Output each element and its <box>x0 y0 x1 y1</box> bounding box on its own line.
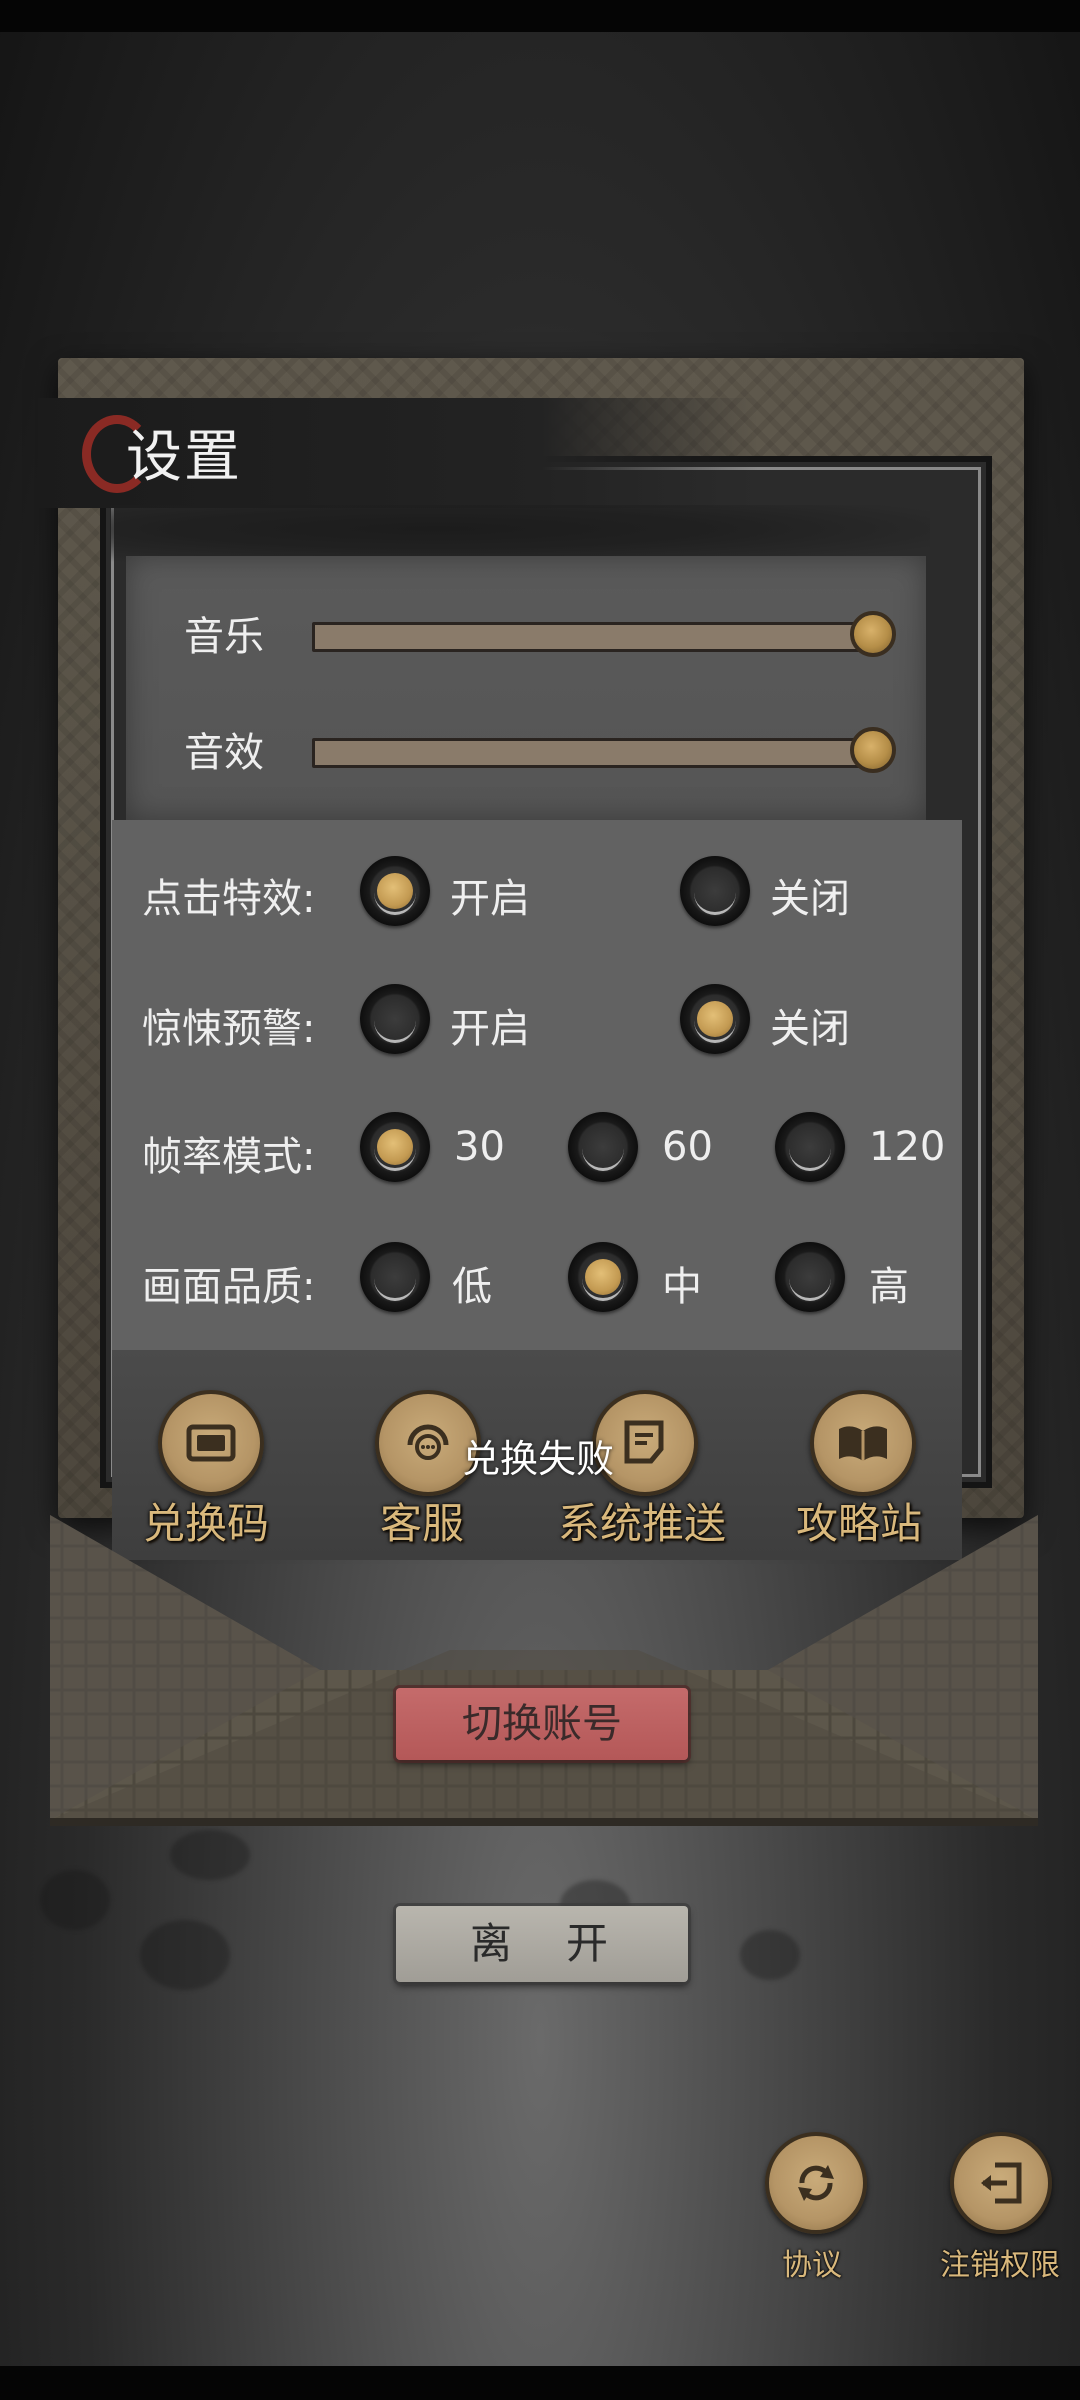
agreement-label: 协议 <box>782 2248 842 2283</box>
cancel-permission-label: 注销权限 <box>940 2248 1060 2283</box>
navigation-bar <box>0 2366 1080 2400</box>
sfx-slider-knob[interactable] <box>850 727 896 773</box>
music-label: 音乐 <box>184 614 264 660</box>
radio-dot <box>377 1129 413 1165</box>
customer-service-label: 客服 <box>380 1499 465 1548</box>
system-push-label: 系统推送 <box>558 1499 727 1548</box>
sfx-slider[interactable] <box>312 738 878 768</box>
book-icon <box>839 1426 887 1461</box>
click-effect-on-radio[interactable] <box>360 856 430 926</box>
frame-rate-60-label: 60 <box>662 1124 713 1170</box>
toast-message: 兑换失败 <box>462 1437 615 1481</box>
ink-blot <box>140 1920 230 1990</box>
quality-mid-label: 中 <box>662 1264 702 1310</box>
horror-warning-off-radio[interactable] <box>680 984 750 1054</box>
message-icon <box>624 1420 664 1464</box>
frame-rate-30-radio[interactable] <box>360 1112 430 1182</box>
quality-label: 画面品质: <box>142 1264 316 1310</box>
ink-blot <box>740 1930 800 1980</box>
horror-warning-off-label: 关闭 <box>770 1006 850 1052</box>
sfx-label: 音效 <box>184 730 264 776</box>
click-effect-off-radio[interactable] <box>680 856 750 926</box>
guide-button[interactable] <box>810 1390 916 1496</box>
quality-high-label: 高 <box>869 1264 909 1310</box>
radio-dot <box>697 1001 733 1037</box>
frame-rate-label: 帧率模式: <box>142 1134 316 1180</box>
ticket-icon <box>186 1424 236 1462</box>
quality-mid-radio[interactable] <box>568 1242 638 1312</box>
horror-warning-on-radio[interactable] <box>360 984 430 1054</box>
frame-rate-60-radio[interactable] <box>568 1112 638 1182</box>
quality-high-radio[interactable] <box>775 1242 845 1312</box>
logout-icon <box>981 2162 1022 2204</box>
quality-low-label: 低 <box>452 1264 492 1310</box>
quality-low-radio[interactable] <box>360 1242 430 1312</box>
ink-blot <box>170 1830 250 1880</box>
frame-rate-30-label: 30 <box>454 1124 505 1170</box>
frame-rate-120-label: 120 <box>869 1124 946 1170</box>
horror-warning-on-label: 开启 <box>450 1006 530 1052</box>
headset-icon <box>407 1424 449 1460</box>
frame-rate-120-radio[interactable] <box>775 1112 845 1182</box>
agreement-button[interactable] <box>765 2132 867 2234</box>
radio-dot <box>377 873 413 909</box>
redeem-code-button[interactable] <box>158 1390 264 1496</box>
radio-dot <box>585 1259 621 1295</box>
music-slider-knob[interactable] <box>850 611 896 657</box>
envelope-decoration <box>50 1515 1038 1826</box>
guide-label: 攻略站 <box>796 1499 923 1548</box>
leave-button[interactable]: 离 开 <box>396 1906 688 1982</box>
click-effect-on-label: 开启 <box>450 876 530 922</box>
audio-panel <box>126 556 926 820</box>
click-effect-off-label: 关闭 <box>770 876 850 922</box>
music-slider[interactable] <box>312 622 878 652</box>
refresh-icon <box>798 2165 834 2201</box>
ink-blot <box>40 1870 110 1930</box>
cancel-permission-button[interactable] <box>950 2132 1052 2234</box>
redeem-code-label: 兑换码 <box>143 1499 270 1548</box>
status-bar <box>0 0 1080 32</box>
switch-account-button[interactable]: 切换账号 <box>396 1688 688 1760</box>
page-title: 设置 <box>126 425 242 490</box>
horror-warning-label: 惊悚预警: <box>142 1006 316 1052</box>
click-effect-label: 点击特效: <box>142 876 316 922</box>
settings-screen: 设置 音乐 音效 点击特效: 开启 关闭 惊悚预警: 开启 关闭 帧率模式: 3… <box>0 0 1080 2400</box>
